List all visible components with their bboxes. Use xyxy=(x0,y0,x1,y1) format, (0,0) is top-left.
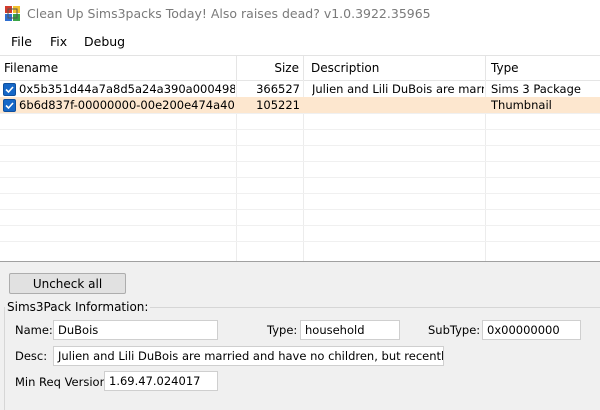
row-checkbox[interactable] xyxy=(3,99,16,112)
name-field[interactable]: DuBois xyxy=(53,320,218,340)
menu-file[interactable]: File xyxy=(11,34,32,49)
row-type: Thumbnail xyxy=(491,98,552,112)
name-label: Name: xyxy=(15,323,53,337)
column-header-type[interactable]: Type xyxy=(486,56,600,80)
checkmark-icon xyxy=(5,102,14,110)
group-title: Sims3Pack Information: xyxy=(5,300,151,314)
description-field[interactable]: Julien and Lili DuBois are married and h… xyxy=(53,346,444,366)
title-bar: Clean Up Sims3packs Today! Also raises d… xyxy=(0,0,600,27)
row-size: 105221 xyxy=(256,98,300,112)
grid-line xyxy=(0,113,600,114)
row-filename: 6b6d837f-00000000-00e200e474a40440.png xyxy=(19,98,235,112)
grid-line xyxy=(0,177,600,178)
app-window-icon[interactable] xyxy=(4,5,21,22)
column-header-size[interactable]: Size xyxy=(237,56,304,80)
type-field[interactable]: household xyxy=(300,320,400,340)
type-label: Type: xyxy=(267,323,298,337)
column-header-filename[interactable]: Filename xyxy=(0,56,237,80)
min-req-version-field[interactable]: 1.69.47.024017 xyxy=(104,371,218,391)
list-item[interactable]: 6b6d837f-00000000-00e200e474a40440.png 1… xyxy=(0,97,600,113)
desc-label: Desc: xyxy=(15,349,48,363)
file-list[interactable]: Filename Size Description Type 0x5b351d4… xyxy=(0,56,600,262)
grid-line xyxy=(0,225,600,226)
list-header: Filename Size Description Type xyxy=(0,56,600,81)
row-size: 366527 xyxy=(256,82,300,96)
grid-line xyxy=(0,209,600,210)
subtype-label: SubType: xyxy=(428,323,481,337)
row-filename: 0x5b351d44a7a8d5a24a390a00049881c4.... xyxy=(19,82,235,96)
grid-line xyxy=(0,193,600,194)
row-description xyxy=(312,97,484,113)
grid-line xyxy=(0,145,600,146)
menu-fix[interactable]: Fix xyxy=(50,34,67,49)
column-header-description[interactable]: Description xyxy=(304,56,486,80)
list-item[interactable]: 0x5b351d44a7a8d5a24a390a00049881c4.... 3… xyxy=(0,81,600,97)
grid-line xyxy=(0,241,600,242)
menu-bar: File Fix Debug xyxy=(0,27,600,56)
row-type: Sims 3 Package xyxy=(491,82,581,96)
row-checkbox[interactable] xyxy=(3,83,16,96)
menu-debug[interactable]: Debug xyxy=(84,34,125,49)
uncheck-all-images-button[interactable]: Uncheck all Images xyxy=(9,273,126,312)
min-req-version-label: Min Req Version: xyxy=(15,375,111,389)
row-description: Julien and Lili DuBois are married ... xyxy=(312,82,484,96)
subtype-field[interactable]: 0x00000000 xyxy=(482,320,581,340)
window-title: Clean Up Sims3packs Today! Also raises d… xyxy=(27,6,431,21)
grid-line xyxy=(0,129,600,130)
checkmark-icon xyxy=(5,86,14,94)
grid-line xyxy=(0,161,600,162)
